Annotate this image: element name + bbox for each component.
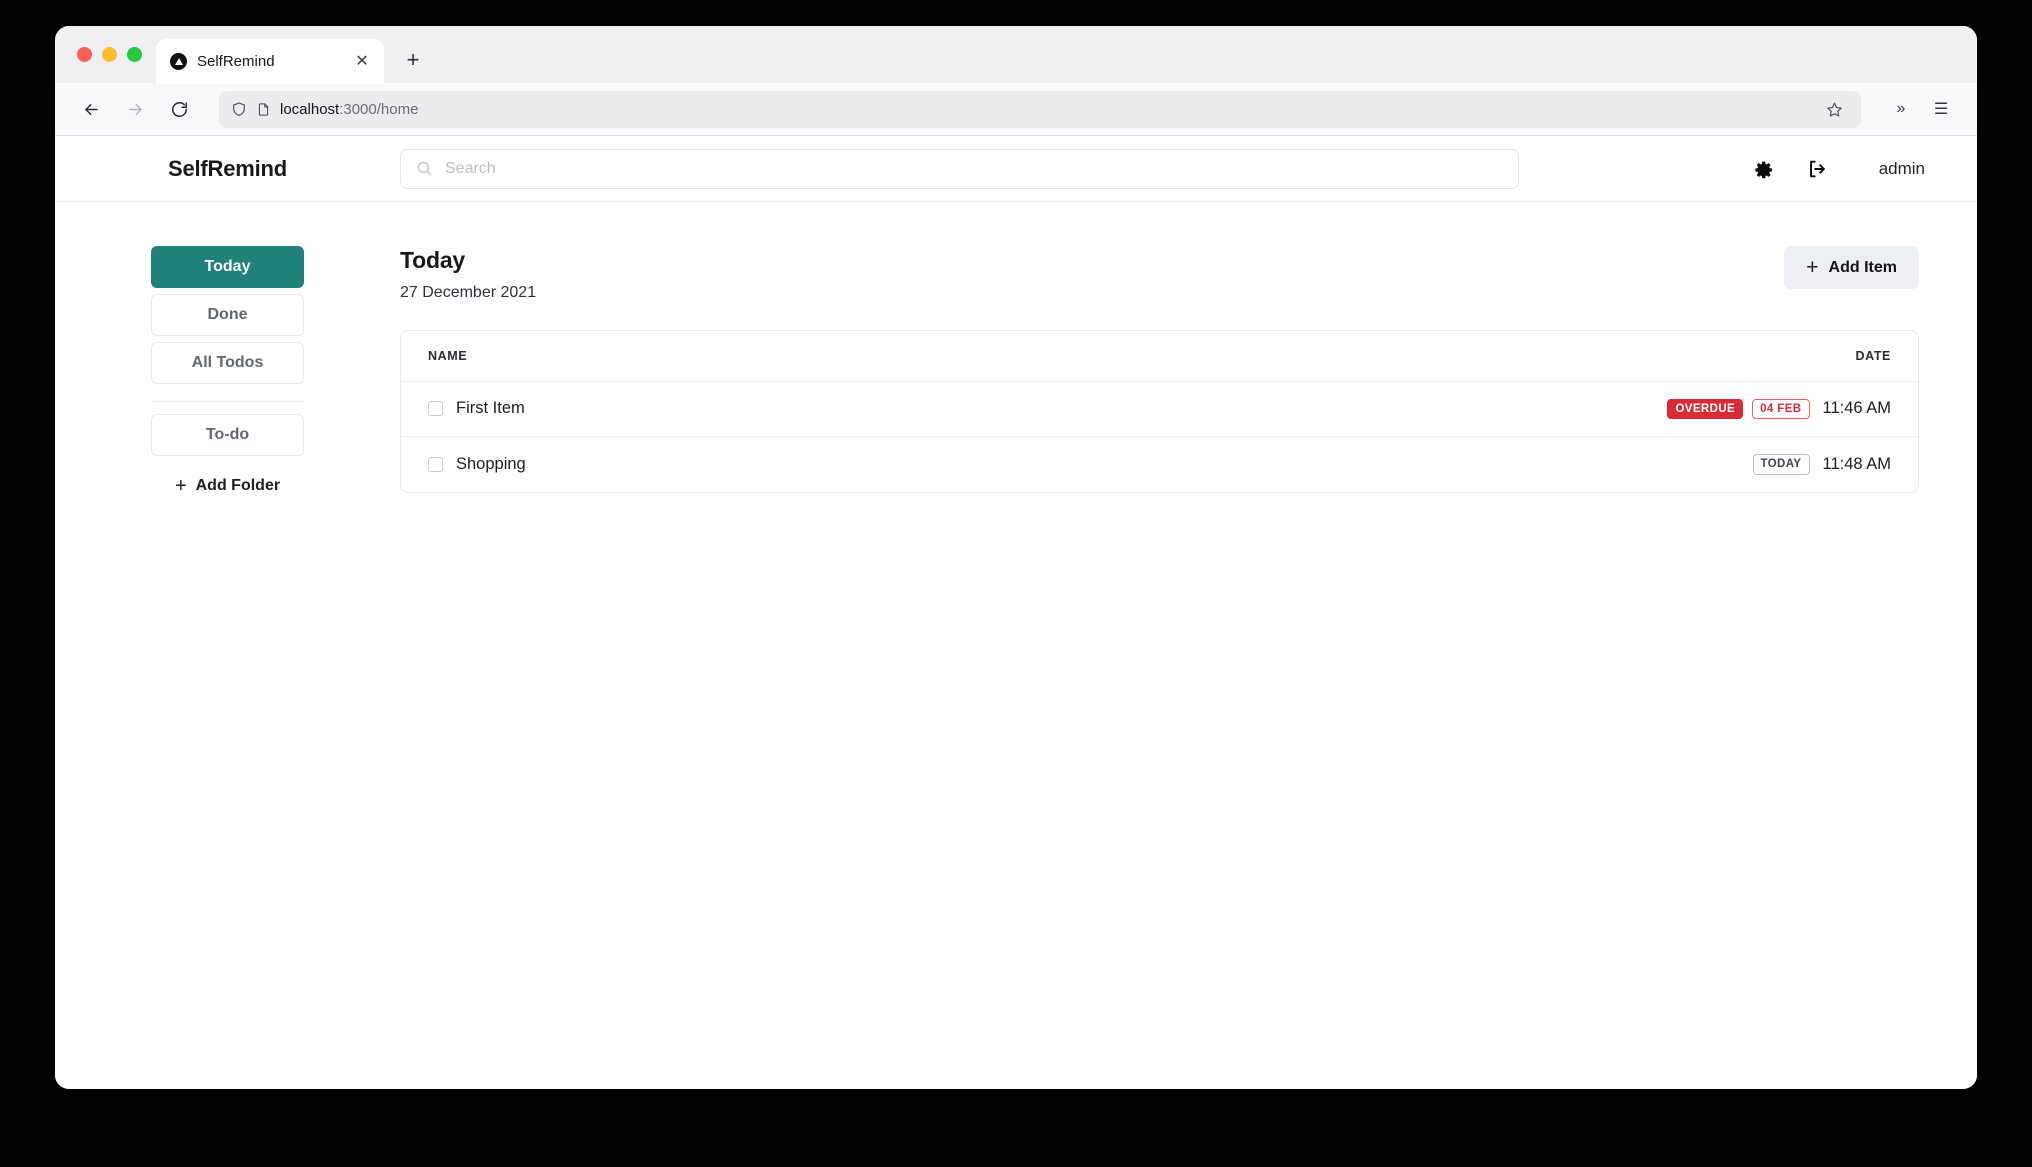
main-title-block: Today 27 December 2021 [400, 246, 536, 302]
new-tab-button[interactable]: + [396, 43, 430, 77]
back-arrow-icon[interactable] [73, 91, 109, 127]
logout-icon[interactable] [1803, 155, 1831, 183]
search-input[interactable] [445, 159, 1503, 178]
window-maximize-button[interactable] [127, 47, 142, 62]
url-host: localhost [280, 100, 340, 118]
chevron-double-right-icon[interactable]: » [1883, 91, 1919, 127]
app-header: SelfRemind admin [55, 136, 1977, 202]
shield-icon [231, 101, 247, 117]
user-name[interactable]: admin [1879, 159, 1925, 179]
page-icon [256, 102, 271, 117]
close-icon[interactable]: ✕ [352, 52, 372, 72]
app-body: Today Done All Todos To-do + Add Folder … [55, 202, 1977, 1089]
table-row-name-cell: First Item [428, 399, 525, 418]
page-title: Today [400, 247, 466, 273]
status-badge: OVERDUE [1667, 398, 1744, 419]
sidebar-item-done[interactable]: Done [151, 294, 304, 336]
date-badge: 04 FEB [1752, 398, 1810, 419]
search-icon [416, 160, 433, 177]
triangle-in-circle-icon [170, 53, 187, 70]
column-header-name: NAME [428, 348, 468, 363]
table-row[interactable]: First Item OVERDUE 04 FEB 11:46 AM [401, 382, 1918, 437]
sidebar-folder-to-do[interactable]: To-do [151, 414, 304, 456]
hamburger-menu-icon[interactable]: ☰ [1923, 91, 1959, 127]
app-header-actions: admin [1749, 155, 1935, 183]
window-traffic-lights [69, 26, 156, 83]
plus-icon: + [1806, 256, 1819, 279]
todo-checkbox[interactable] [428, 456, 443, 472]
sidebar-item-today[interactable]: Today [151, 246, 304, 288]
browser-tab-strip: SelfRemind ✕ + [55, 26, 1977, 84]
reload-icon[interactable] [161, 91, 197, 127]
forward-arrow-icon[interactable] [117, 91, 153, 127]
sidebar-item-all-todos[interactable]: All Todos [151, 342, 304, 384]
add-folder-label: Add Folder [195, 477, 281, 494]
todo-time: 11:48 AM [1822, 454, 1892, 473]
window-close-button[interactable] [77, 47, 92, 62]
browser-tab[interactable]: SelfRemind ✕ [156, 39, 384, 84]
app-brand: SelfRemind [167, 155, 288, 181]
sidebar-divider [151, 401, 304, 402]
page-date: 27 December 2021 [400, 283, 537, 301]
table-row-name-cell: Shopping [428, 455, 526, 474]
page-viewport: SelfRemind admin Today [55, 136, 1977, 1089]
todo-name: First Item [456, 399, 525, 418]
plus-icon: + [174, 475, 187, 497]
url-bar[interactable]: localhost:3000/home [219, 90, 1861, 128]
table-row[interactable]: Shopping TODAY 11:48 AM [401, 437, 1918, 492]
star-icon[interactable] [1819, 94, 1849, 124]
url-path: :3000/home [339, 100, 419, 118]
url-text: localhost:3000/home [280, 101, 1810, 118]
add-item-button[interactable]: + Add Item [1784, 246, 1919, 289]
table-row-date-cell: TODAY 11:48 AM [1752, 454, 1892, 475]
browser-nav-bar: localhost:3000/home » ☰ [55, 83, 1977, 136]
todo-table: NAME DATE First Item OVERDUE 04 FEB 11:4… [400, 329, 1919, 493]
todo-time: 11:46 AM [1822, 399, 1892, 418]
main-panel: Today 27 December 2021 + Add Item NAME D… [400, 246, 1977, 1089]
date-badge: TODAY [1752, 454, 1810, 475]
sidebar: Today Done All Todos To-do + Add Folder [55, 246, 400, 1089]
search-box[interactable] [400, 148, 1519, 189]
window-minimize-button[interactable] [102, 47, 117, 62]
browser-tab-title: SelfRemind [197, 53, 275, 70]
browser-window: SelfRemind ✕ + localhost:3000/home » ☰ S… [55, 26, 1977, 1089]
todo-checkbox[interactable] [428, 401, 443, 417]
main-header: Today 27 December 2021 + Add Item [400, 246, 1919, 302]
todo-name: Shopping [456, 454, 526, 473]
table-header-row: NAME DATE [401, 331, 1918, 382]
column-header-date: DATE [1855, 348, 1891, 363]
gear-icon[interactable] [1749, 155, 1777, 183]
browser-toolbar-end: » ☰ [1883, 91, 1959, 127]
add-item-label: Add Item [1828, 258, 1897, 276]
table-row-date-cell: OVERDUE 04 FEB 11:46 AM [1667, 398, 1892, 419]
add-folder-button[interactable]: + Add Folder [151, 466, 304, 506]
